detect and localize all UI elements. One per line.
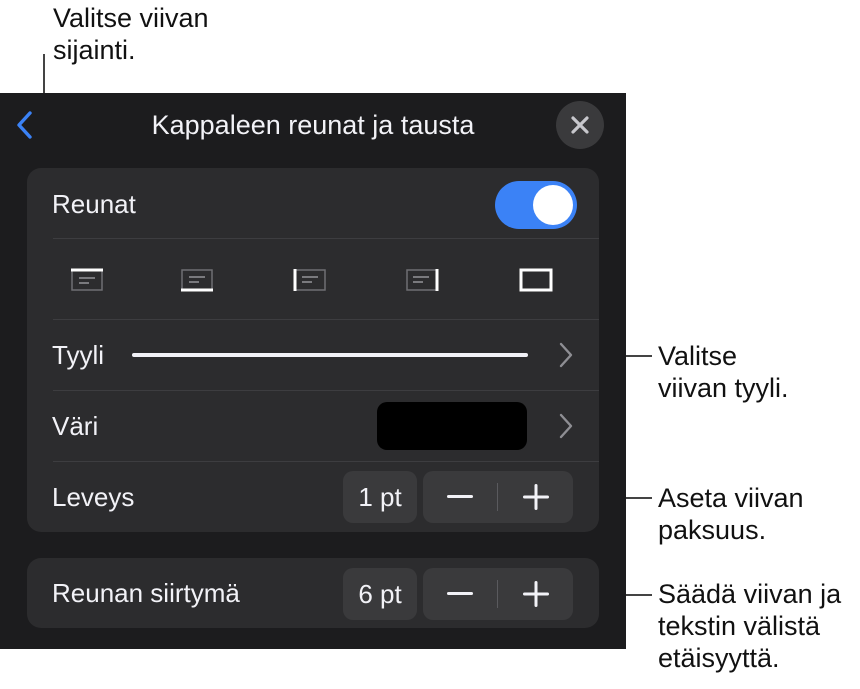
borders-toggle[interactable]	[495, 181, 577, 229]
callout-border-offset: Säädä viivan ja tekstin välistä etäisyyt…	[658, 578, 841, 674]
border-bottom-button[interactable]	[178, 265, 216, 295]
close-button[interactable]	[556, 101, 604, 149]
width-stepper	[423, 471, 573, 523]
callout-line: Valitse	[658, 341, 738, 371]
line-style-preview[interactable]	[132, 353, 528, 357]
borders-label: Reunat	[52, 189, 136, 219]
callout-border-position: Valitse viivan sijainti.	[53, 2, 209, 66]
borders-group: Reunat Tyyli Väri Leveys 1 pt	[27, 168, 599, 532]
stepper-divider	[497, 580, 498, 608]
callout-line-style: Valitse viivan tyyli.	[658, 340, 789, 404]
callout-line: Säädä viivan ja	[658, 579, 842, 609]
offset-group: Reunan siirtymä 6 pt	[27, 558, 599, 628]
chevron-right-icon[interactable]	[558, 412, 574, 440]
width-increase-button[interactable]	[499, 471, 573, 523]
callout-line: paksuus.	[658, 515, 767, 545]
offset-stepper	[423, 568, 573, 620]
callout-line-thickness: Aseta viivan paksuus.	[658, 482, 804, 546]
callout-line: tekstin välistä	[658, 611, 821, 641]
border-left-icon	[293, 269, 326, 291]
plus-icon	[523, 484, 549, 510]
paragraph-borders-panel: Kappaleen reunat ja tausta Reunat Tyyli …	[0, 93, 626, 649]
border-right-icon	[406, 269, 439, 291]
border-top-icon	[71, 268, 103, 291]
color-swatch[interactable]	[377, 402, 527, 450]
offset-decrease-button[interactable]	[423, 568, 497, 620]
chevron-right-icon[interactable]	[558, 341, 574, 369]
plus-icon	[523, 581, 549, 607]
divider	[53, 238, 599, 239]
callout-line: viivan tyyli.	[658, 373, 789, 403]
border-top-button[interactable]	[68, 265, 106, 295]
callout-line: Aseta viivan	[658, 483, 804, 513]
divider	[53, 390, 599, 391]
offset-value[interactable]: 6 pt	[343, 568, 417, 620]
border-all-icon	[519, 268, 553, 292]
panel-title: Kappaleen reunat ja tausta	[151, 110, 475, 140]
callout-line: etäisyyttä.	[658, 643, 780, 673]
divider	[53, 461, 599, 462]
toggle-knob	[533, 185, 573, 225]
border-all-button[interactable]	[517, 265, 555, 295]
border-left-button[interactable]	[291, 265, 329, 295]
width-value[interactable]: 1 pt	[343, 471, 417, 523]
callout-line: sijainti.	[53, 35, 136, 65]
stepper-divider	[497, 483, 498, 511]
width-label: Leveys	[52, 482, 135, 512]
minus-icon	[447, 592, 473, 595]
offset-increase-button[interactable]	[499, 568, 573, 620]
minus-icon	[447, 495, 473, 498]
border-bottom-icon	[181, 269, 213, 292]
callout-line: Valitse viivan	[53, 3, 209, 33]
border-right-button[interactable]	[403, 265, 441, 295]
style-label: Tyyli	[52, 340, 104, 370]
divider	[53, 319, 599, 320]
color-label: Väri	[52, 411, 99, 441]
width-decrease-button[interactable]	[423, 471, 497, 523]
offset-label: Reunan siirtymä	[52, 578, 240, 608]
close-icon	[571, 116, 589, 134]
